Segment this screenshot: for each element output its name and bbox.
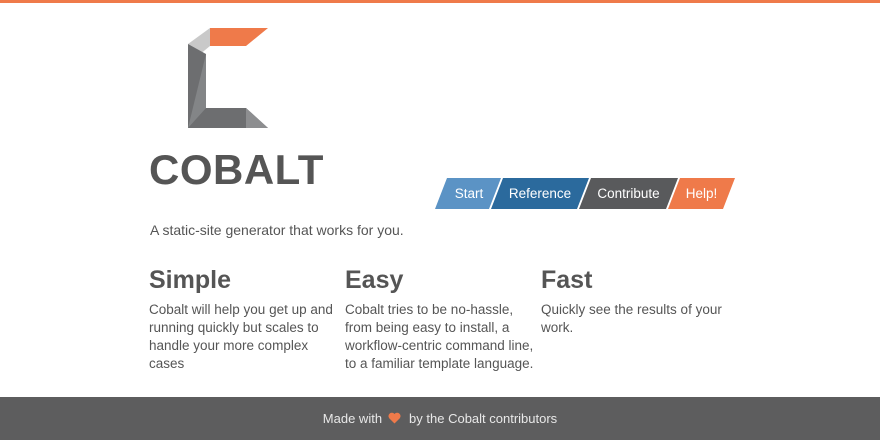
page-title: COBALT [149, 146, 324, 193]
feature-easy: Easy Cobalt tries to be no-hassle, from … [345, 266, 535, 373]
heart-icon [388, 412, 401, 427]
nav-link-contribute[interactable]: Contribute [585, 178, 672, 209]
feature-fast: Fast Quickly see the results of your wor… [541, 266, 731, 337]
cobalt-logo [188, 28, 268, 128]
top-accent-bar [0, 0, 880, 3]
nav-link-help[interactable]: Help! [674, 178, 729, 209]
feature-heading: Simple [149, 266, 231, 294]
feature-text: Quickly see the results of your work. [541, 302, 722, 335]
nav-link-reference[interactable]: Reference [497, 178, 583, 209]
feature-text: Cobalt tries to be no-hassle, from being… [345, 302, 534, 371]
nav-link-start[interactable]: Start [441, 178, 497, 209]
feature-simple: Simple Cobalt will help you get up and r… [149, 266, 339, 373]
feature-text: Cobalt will help you get up and running … [149, 302, 333, 371]
tagline: A static-site generator that works for y… [150, 222, 404, 238]
feature-heading: Easy [345, 266, 404, 294]
feature-heading: Fast [541, 266, 593, 294]
main-nav: Start Reference Contribute Help! [435, 178, 735, 209]
footer: Made with by the Cobalt contributors [0, 397, 880, 440]
footer-text-after: by the Cobalt contributors [409, 411, 558, 426]
footer-text-before: Made with [322, 411, 383, 426]
